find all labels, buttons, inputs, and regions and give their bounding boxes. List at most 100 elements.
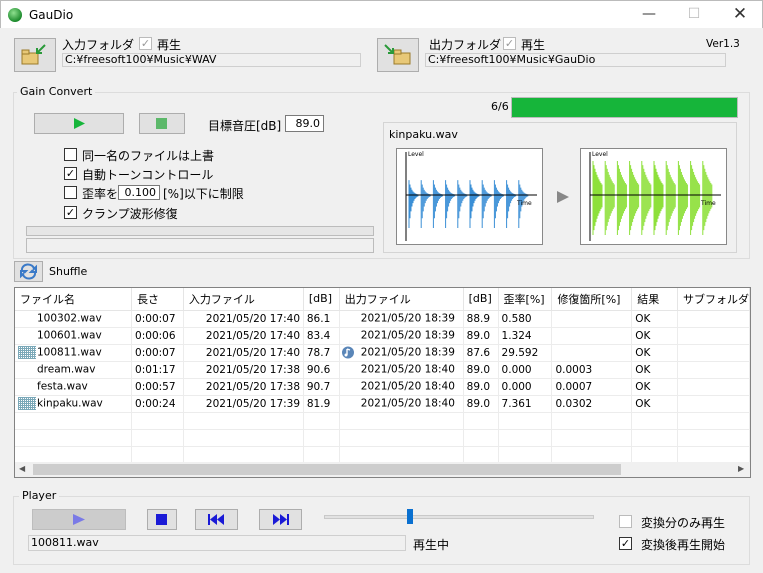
row-marker-icon (18, 397, 36, 410)
empty-cell (131, 412, 184, 430)
cell-fix (551, 344, 633, 362)
empty-cell (463, 429, 499, 447)
empty-cell (631, 412, 678, 430)
column-header[interactable]: 長さ (131, 288, 184, 311)
cell-text: festa.wav (37, 380, 88, 393)
table-row[interactable]: festa.wav 0:00:57 2021/05/20 17:38 90.7 2021… (15, 378, 750, 396)
scroll-right-icon[interactable]: ▶ (738, 464, 744, 473)
cell-text: 0.000 (501, 363, 532, 376)
status-icon-slot (341, 380, 355, 393)
cell-text: 100601.wav (37, 329, 102, 342)
cell-text: 83.4 (306, 329, 331, 342)
status-box (26, 238, 374, 253)
cell-indb: 90.6 (303, 361, 340, 379)
column-header[interactable]: 出力ファイル (339, 288, 464, 311)
stop-icon (156, 118, 167, 129)
overwrite-checkbox[interactable] (64, 148, 77, 161)
cell-outdb: 87.6 (463, 344, 499, 362)
empty-cell (303, 412, 340, 430)
convert-start-button[interactable] (34, 113, 124, 134)
cell-text: OK (635, 346, 651, 359)
table-header-row: ファイル名 長さ 入力ファイル [dB] 出力ファイル [dB] 歪率[%] 修復箇所[%] 結… (15, 288, 750, 311)
play-converted-only-checkbox[interactable] (619, 515, 632, 528)
close-button[interactable]: ✕ (717, 1, 763, 29)
cell-text: 100302.wav (37, 312, 102, 325)
cell-in: 2021/05/20 17:38 (183, 378, 304, 396)
output-play-checkbox[interactable]: ✓ (503, 37, 516, 50)
column-header[interactable]: 入力ファイル (183, 288, 304, 311)
player-stop-button[interactable] (147, 509, 177, 530)
player-next-button[interactable] (259, 509, 302, 530)
cell-fix: 0.0007 (551, 378, 633, 396)
convert-stop-button[interactable] (139, 113, 185, 134)
column-header[interactable]: [dB] (303, 288, 340, 311)
cell-dist: 29.592 (498, 344, 553, 362)
column-header[interactable]: 歪率[%] (498, 288, 553, 311)
cell-text: 2021/05/20 17:40 (205, 312, 301, 325)
column-header[interactable]: 結果 (631, 288, 678, 311)
cell-res: OK (631, 361, 678, 379)
target-level-input[interactable]: 89.0 (285, 115, 324, 132)
scroll-left-icon[interactable]: ◀ (19, 464, 25, 473)
player-play-button[interactable] (32, 509, 126, 530)
scrollbar-thumb[interactable] (33, 464, 621, 475)
position-slider-track[interactable] (324, 515, 594, 519)
empty-cell (498, 429, 553, 447)
table-row[interactable]: 100302.wav 0:00:07 2021/05/20 17:40 86.1 202… (15, 310, 750, 328)
player-play-icon (73, 514, 85, 525)
table-row[interactable]: 100601.wav 0:00:06 2021/05/20 17:40 83.4 202… (15, 327, 750, 345)
distortion-limit-input[interactable]: 0.100 (118, 185, 160, 200)
version-label: Ver1.3 (706, 38, 740, 50)
column-header[interactable]: [dB] (463, 288, 499, 311)
cell-out: 2021/05/20 18:39 (339, 327, 464, 345)
maximize-button[interactable]: ☐ (671, 1, 717, 29)
cell-text: 86.1 (306, 312, 331, 325)
shuffle-button[interactable] (14, 261, 43, 282)
output-folder-path[interactable]: C:¥freesoft100¥Music¥GauDio (425, 53, 726, 67)
cell-text: 90.6 (306, 363, 331, 376)
input-folder-path[interactable]: C:¥freesoft100¥Music¥WAV (62, 53, 361, 67)
empty-cell (339, 412, 464, 430)
empty-cell (183, 412, 304, 430)
cell-text: 0.000 (501, 380, 532, 393)
row-marker-icon (18, 312, 36, 325)
cell-dist: 1.324 (498, 327, 553, 345)
column-header[interactable]: 修復箇所[%] (551, 288, 633, 311)
output-level-label: Level (592, 151, 608, 158)
table-row[interactable]: kinpaku.wav 0:00:24 2021/05/20 17:39 81.9 20… (15, 395, 750, 413)
cell-sub (677, 361, 750, 379)
file-progress-bar (26, 226, 374, 236)
minimize-button[interactable]: — (626, 1, 672, 29)
empty-cell (183, 446, 304, 464)
distortion-limit-checkbox[interactable] (64, 186, 77, 199)
cell-text: 0:00:57 (135, 380, 176, 393)
row-marker-icon (18, 363, 36, 376)
horizontal-scrollbar[interactable]: ◀ ▶ (15, 462, 750, 477)
cell-sub (677, 344, 750, 362)
cell-name: dream.wav (15, 361, 133, 379)
player-previous-button[interactable] (195, 509, 238, 530)
table-row[interactable]: dream.wav 0:01:17 2021/05/20 17:38 90.6 2021… (15, 361, 750, 379)
status-icon-slot (341, 363, 355, 376)
empty-cell (551, 412, 633, 430)
empty-cell (631, 446, 678, 464)
row-marker-icon (18, 380, 36, 393)
input-play-checkbox[interactable]: ✓ (139, 37, 152, 50)
empty-cell (677, 412, 750, 430)
cell-dist: 7.361 (498, 395, 553, 413)
now-playing-icon (341, 346, 355, 359)
cell-text: 2021/05/20 18:39 (360, 312, 455, 325)
table-row[interactable]: 100811.wav 0:00:07 2021/05/20 17:40 78.7 202… (15, 344, 750, 362)
auto-tone-checkbox[interactable]: ✓ (64, 167, 77, 180)
column-header[interactable]: ファイル名 (15, 288, 133, 311)
empty-cell (15, 429, 133, 447)
output-folder-button[interactable] (377, 38, 419, 72)
cell-outdb: 88.9 (463, 310, 499, 328)
cell-out: 2021/05/20 18:40 (339, 395, 464, 413)
clamp-repair-checkbox[interactable]: ✓ (64, 206, 77, 219)
play-after-convert-checkbox[interactable]: ✓ (619, 537, 632, 550)
input-folder-button[interactable] (14, 38, 56, 72)
column-header[interactable]: サブフォルダ (677, 288, 750, 311)
cell-in: 2021/05/20 17:40 (183, 327, 304, 345)
position-slider-thumb[interactable] (407, 509, 414, 524)
